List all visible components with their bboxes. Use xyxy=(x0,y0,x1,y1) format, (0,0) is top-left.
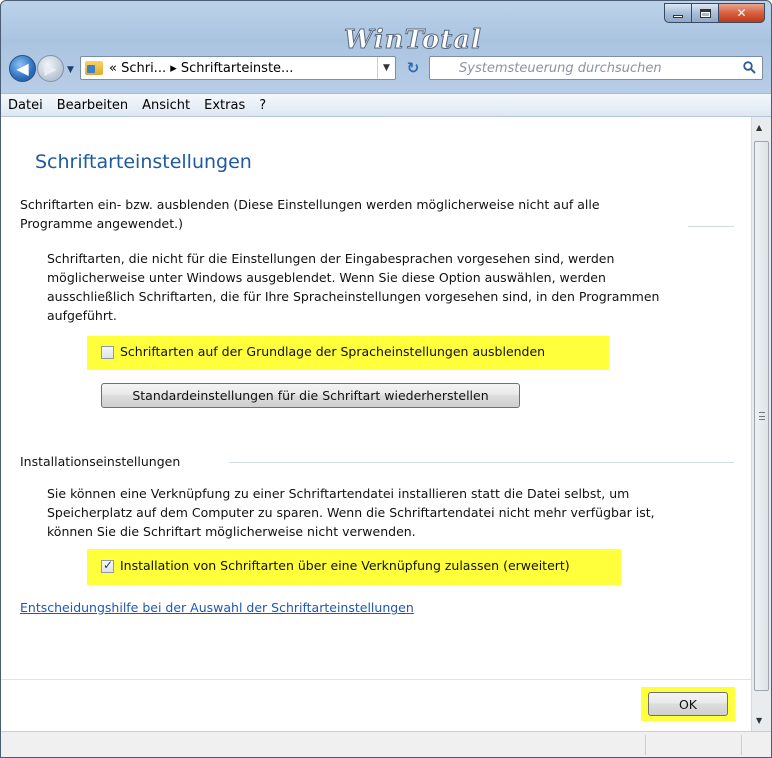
help-link[interactable]: Entscheidungshilfe bei der Auswahl der S… xyxy=(20,600,414,615)
address-dropdown-button[interactable]: ▼ xyxy=(377,57,395,79)
explorer-window: WinTotal ✕ ◀ ▶ ▼ « Schri... ▸ Schriftart… xyxy=(0,0,772,758)
search-placeholder: Systemsteuerung durchsuchen xyxy=(459,61,662,76)
section2-divider xyxy=(229,462,734,463)
status-bar xyxy=(1,731,771,757)
restore-defaults-button[interactable]: Standardeinstellungen für die Schriftart… xyxy=(101,383,520,408)
status-separator xyxy=(645,735,646,755)
content-pane: Schriftarteinstellungen Schriftarten ein… xyxy=(1,117,751,731)
status-separator xyxy=(741,735,742,755)
section1-desc-line3: ausschließlich Schriftarten, die für Ihr… xyxy=(47,289,660,304)
section1-desc-line1: Schriftarten, die nicht für die Einstell… xyxy=(47,251,615,266)
section1-heading-line2: Programme angewendet.) xyxy=(20,216,184,231)
search-box[interactable]: Systemsteuerung durchsuchen xyxy=(429,56,763,80)
vertical-scrollbar[interactable]: ▲ ▼ xyxy=(751,117,771,731)
title-bar: WinTotal ✕ xyxy=(1,1,771,56)
address-bar[interactable]: « Schri... ▸ Schriftarteinste... ▼ xyxy=(80,56,396,80)
back-button[interactable]: ◀ xyxy=(9,55,36,82)
navigation-bar: ◀ ▶ ▼ « Schri... ▸ Schriftarteinste... ▼… xyxy=(1,53,771,85)
section2-desc-line3: können Sie die Schriftart möglicherweise… xyxy=(47,524,416,539)
footer-divider xyxy=(1,679,751,680)
section2-desc-line1: Sie können eine Verknüpfung zu einer Sch… xyxy=(47,486,630,501)
page-title: Schriftarteinstellungen xyxy=(35,151,252,173)
minimize-icon xyxy=(673,14,683,18)
menu-ansicht[interactable]: Ansicht xyxy=(135,98,197,113)
section1-divider xyxy=(688,226,734,227)
hide-fonts-label[interactable]: Schriftarten auf der Grundlage der Sprac… xyxy=(120,344,545,359)
scroll-up-arrow-icon[interactable]: ▲ xyxy=(756,123,762,132)
shortcut-install-checkbox[interactable] xyxy=(101,558,114,573)
minimize-button[interactable] xyxy=(664,3,692,23)
section2-heading: Installationseinstellungen xyxy=(20,454,181,469)
forward-button[interactable]: ▶ xyxy=(37,55,64,82)
breadcrumb[interactable]: « Schri... ▸ Schriftarteinste... xyxy=(109,61,293,76)
menu-bearbeiten[interactable]: Bearbeiten xyxy=(50,98,135,113)
scroll-grip-icon xyxy=(759,412,765,420)
hide-fonts-checkbox[interactable] xyxy=(101,346,114,359)
scrollbar-thumb[interactable] xyxy=(754,141,769,691)
scroll-down-arrow-icon[interactable]: ▼ xyxy=(756,716,762,725)
maximize-icon xyxy=(699,8,711,18)
search-icon[interactable] xyxy=(743,61,756,74)
caption-buttons: ✕ xyxy=(664,3,765,23)
section2-desc-line2: Speicherplatz auf dem Computer zu sparen… xyxy=(47,505,655,520)
back-arrow-icon: ◀ xyxy=(16,59,29,78)
menu-extras[interactable]: Extras xyxy=(197,98,252,113)
menu-datei[interactable]: Datei xyxy=(1,98,50,113)
recent-pages-dropdown[interactable]: ▼ xyxy=(67,65,74,75)
shortcut-install-label[interactable]: Installation von Schriftarten über eine … xyxy=(120,558,570,573)
menu-help[interactable]: ? xyxy=(252,98,273,113)
refresh-button[interactable]: ↻ xyxy=(398,56,428,80)
ok-button[interactable]: OK xyxy=(648,692,728,716)
refresh-icon: ↻ xyxy=(406,59,420,77)
section1-heading-line1: Schriftarten ein- bzw. ausblenden (Diese… xyxy=(20,197,600,212)
close-icon: ✕ xyxy=(736,6,747,20)
section1-desc-line2: möglicherweise unter Windows ausgeblende… xyxy=(47,270,606,285)
forward-arrow-icon: ▶ xyxy=(44,59,57,78)
wintotal-watermark: WinTotal xyxy=(344,25,482,56)
control-panel-folder-icon xyxy=(85,61,103,75)
menu-bar: Datei Bearbeiten Ansicht Extras ? xyxy=(1,93,771,117)
maximize-button[interactable] xyxy=(692,3,719,23)
close-button[interactable]: ✕ xyxy=(719,3,765,23)
section1-desc-line4: aufgeführt. xyxy=(47,308,117,323)
